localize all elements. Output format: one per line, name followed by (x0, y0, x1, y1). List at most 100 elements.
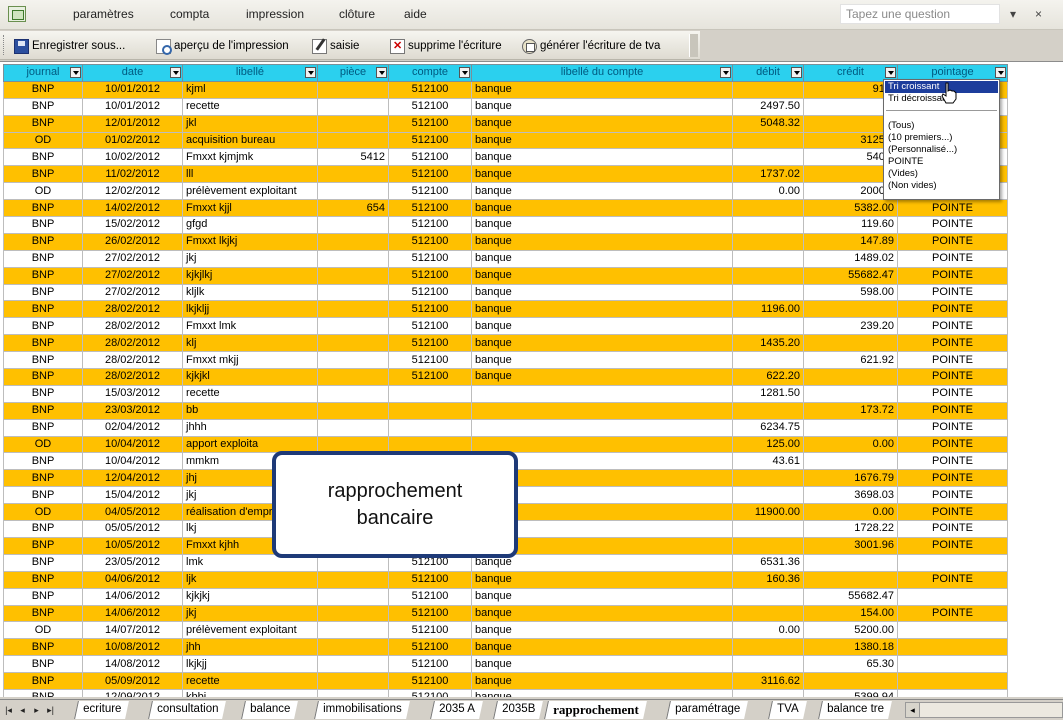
cell-date[interactable]: 14/08/2012 (82, 655, 183, 674)
table-row[interactable]: BNP 11/02/2012 lll 512100 banque 1737.02 (3, 165, 1008, 184)
cell-libelle[interactable]: kbbi (182, 688, 318, 697)
cell-piece[interactable] (317, 401, 389, 420)
cell-piece[interactable] (317, 165, 389, 184)
cell-credit[interactable]: 154.00 (803, 604, 898, 623)
cell-credit[interactable]: 598.00 (803, 283, 898, 302)
cell-pointage[interactable]: POINTE (897, 232, 1008, 251)
cell-pointage[interactable] (897, 587, 1008, 606)
cell-pointage[interactable]: POINTE (897, 351, 1008, 370)
cell-journal[interactable]: BNP (3, 249, 83, 268)
table-row[interactable]: BNP 23/03/2012 bb 173.72 POINTE (3, 401, 1008, 420)
table-row[interactable]: BNP 15/02/2012 gfgd 512100 banque 119.60 POINT… (3, 216, 1008, 234)
table-row[interactable]: BNP 14/06/2012 kjkjkj 512100 banque 55682.47 (3, 587, 1008, 606)
cell-debit[interactable] (732, 486, 804, 505)
cell-compte[interactable]: 512100 (388, 131, 472, 150)
cell-pointage[interactable]: POINTE (897, 452, 1008, 471)
cell-date[interactable]: 10/01/2012 (82, 97, 183, 116)
cell-date[interactable]: 01/02/2012 (82, 131, 183, 150)
sheet-tab-ecriture[interactable]: ecriture (74, 701, 130, 719)
cell-piece[interactable]: 654 (317, 199, 389, 218)
cell-journal[interactable]: BNP (3, 216, 83, 234)
cell-date[interactable]: 10/04/2012 (82, 452, 183, 471)
cell-journal[interactable]: BNP (3, 587, 83, 606)
minimize-menu-icon[interactable]: ▾ (1010, 7, 1016, 21)
cell-piece[interactable] (317, 232, 389, 251)
cell-compte[interactable]: 512100 (388, 80, 472, 99)
cell-debit[interactable]: 6234.75 (732, 418, 804, 437)
cell-compte[interactable]: 512100 (388, 334, 472, 353)
cell-journal[interactable]: BNP (3, 655, 83, 674)
cell-libelle[interactable]: lkjkjj (182, 655, 318, 674)
cell-piece[interactable] (317, 351, 389, 370)
cell-credit[interactable] (803, 334, 898, 353)
cell-libelle-compte[interactable]: banque (471, 688, 733, 697)
cell-compte[interactable]: 512100 (388, 199, 472, 218)
cell-pointage[interactable] (897, 638, 1008, 657)
first-sheet-button[interactable]: |◂ (3, 703, 14, 717)
cell-pointage[interactable]: POINTE (897, 520, 1008, 538)
sheet-tab-param-trage[interactable]: paramétrage (666, 701, 749, 719)
cell-date[interactable]: 12/09/2012 (82, 688, 183, 697)
cell-debit[interactable]: 2497.50 (732, 97, 804, 116)
cell-debit[interactable]: 125.00 (732, 435, 804, 454)
cell-libelle[interactable]: Fmxxt lkjkj (182, 232, 318, 251)
table-row[interactable]: BNP 14/02/2012 Fmxxt kjjl 654 512100 banque 53… (3, 199, 1008, 218)
cell-date[interactable]: 10/08/2012 (82, 638, 183, 657)
cell-piece[interactable] (317, 672, 389, 690)
cell-libelle-compte[interactable]: banque (471, 283, 733, 302)
cell-debit[interactable]: 0.00 (732, 621, 804, 640)
table-row[interactable]: BNP 26/02/2012 Fmxxt lkjkj 512100 banque 147.… (3, 232, 1008, 251)
cell-debit[interactable] (732, 317, 804, 336)
cell-compte[interactable]: 512100 (388, 148, 472, 167)
cell-debit[interactable]: 3116.62 (732, 672, 804, 690)
cell-libelle-compte[interactable]: banque (471, 148, 733, 167)
menu-cloture[interactable]: clôture (339, 7, 375, 21)
cell-compte[interactable]: 512100 (388, 688, 472, 697)
cell-credit[interactable] (803, 384, 898, 403)
cell-libelle-compte[interactable]: banque (471, 334, 733, 353)
cell-journal[interactable]: BNP (3, 688, 83, 697)
cell-libelle[interactable]: kjkjkj (182, 587, 318, 606)
scroll-left-arrow-icon[interactable]: ◂ (906, 703, 920, 717)
cell-debit[interactable] (732, 80, 804, 99)
table-row[interactable]: BNP 02/04/2012 jhhh 6234.75 POINTE (3, 418, 1008, 437)
cell-debit[interactable]: 1281.50 (732, 384, 804, 403)
cell-piece[interactable] (317, 182, 389, 201)
cell-journal[interactable]: OD (3, 182, 83, 201)
cell-pointage[interactable]: POINTE (897, 536, 1008, 555)
cell-compte[interactable]: 512100 (388, 570, 472, 589)
filter-blanks-option[interactable]: (Vides) (885, 168, 998, 180)
cell-journal[interactable]: BNP (3, 401, 83, 420)
cell-credit[interactable]: 65.30 (803, 655, 898, 674)
cell-libelle-compte[interactable]: banque (471, 570, 733, 589)
cell-libelle[interactable]: kjml (182, 80, 318, 99)
cell-libelle[interactable]: recette (182, 384, 318, 403)
cell-compte[interactable] (388, 384, 472, 403)
sheet-tab-immobilisations[interactable]: immobilisations (314, 701, 410, 719)
cell-libelle-compte[interactable]: banque (471, 249, 733, 268)
cell-libelle[interactable]: prélèvement exploitant (182, 182, 318, 201)
cell-debit[interactable] (732, 148, 804, 167)
menu-compta[interactable]: compta (170, 7, 209, 21)
cell-compte[interactable]: 512100 (388, 232, 472, 251)
cell-compte[interactable]: 512100 (388, 638, 472, 657)
cell-date[interactable]: 23/05/2012 (82, 553, 183, 572)
cell-pointage[interactable]: POINTE (897, 469, 1008, 488)
cell-libelle-compte[interactable]: banque (471, 621, 733, 640)
prev-sheet-button[interactable]: ◂ (17, 703, 28, 717)
cell-credit[interactable]: 1489.02 (803, 249, 898, 268)
cell-debit[interactable] (732, 587, 804, 606)
delete-entry-button[interactable]: supprime l'écriture (390, 36, 502, 56)
cell-pointage[interactable]: POINTE (897, 216, 1008, 234)
cell-credit[interactable]: 1728.22 (803, 520, 898, 538)
cell-credit[interactable]: 1676.79 (803, 469, 898, 488)
cell-piece[interactable]: 5412 (317, 148, 389, 167)
cell-libelle[interactable]: kljlk (182, 283, 318, 302)
cell-credit[interactable]: 0.00 (803, 435, 898, 454)
cell-libelle[interactable]: Fmxxt mkjj (182, 351, 318, 370)
cell-libelle[interactable]: prélèvement exploitant (182, 621, 318, 640)
cell-libelle-compte[interactable]: banque (471, 182, 733, 201)
cell-pointage[interactable]: POINTE (897, 486, 1008, 505)
cell-debit[interactable]: 622.20 (732, 368, 804, 386)
cell-libelle-compte[interactable] (471, 401, 733, 420)
